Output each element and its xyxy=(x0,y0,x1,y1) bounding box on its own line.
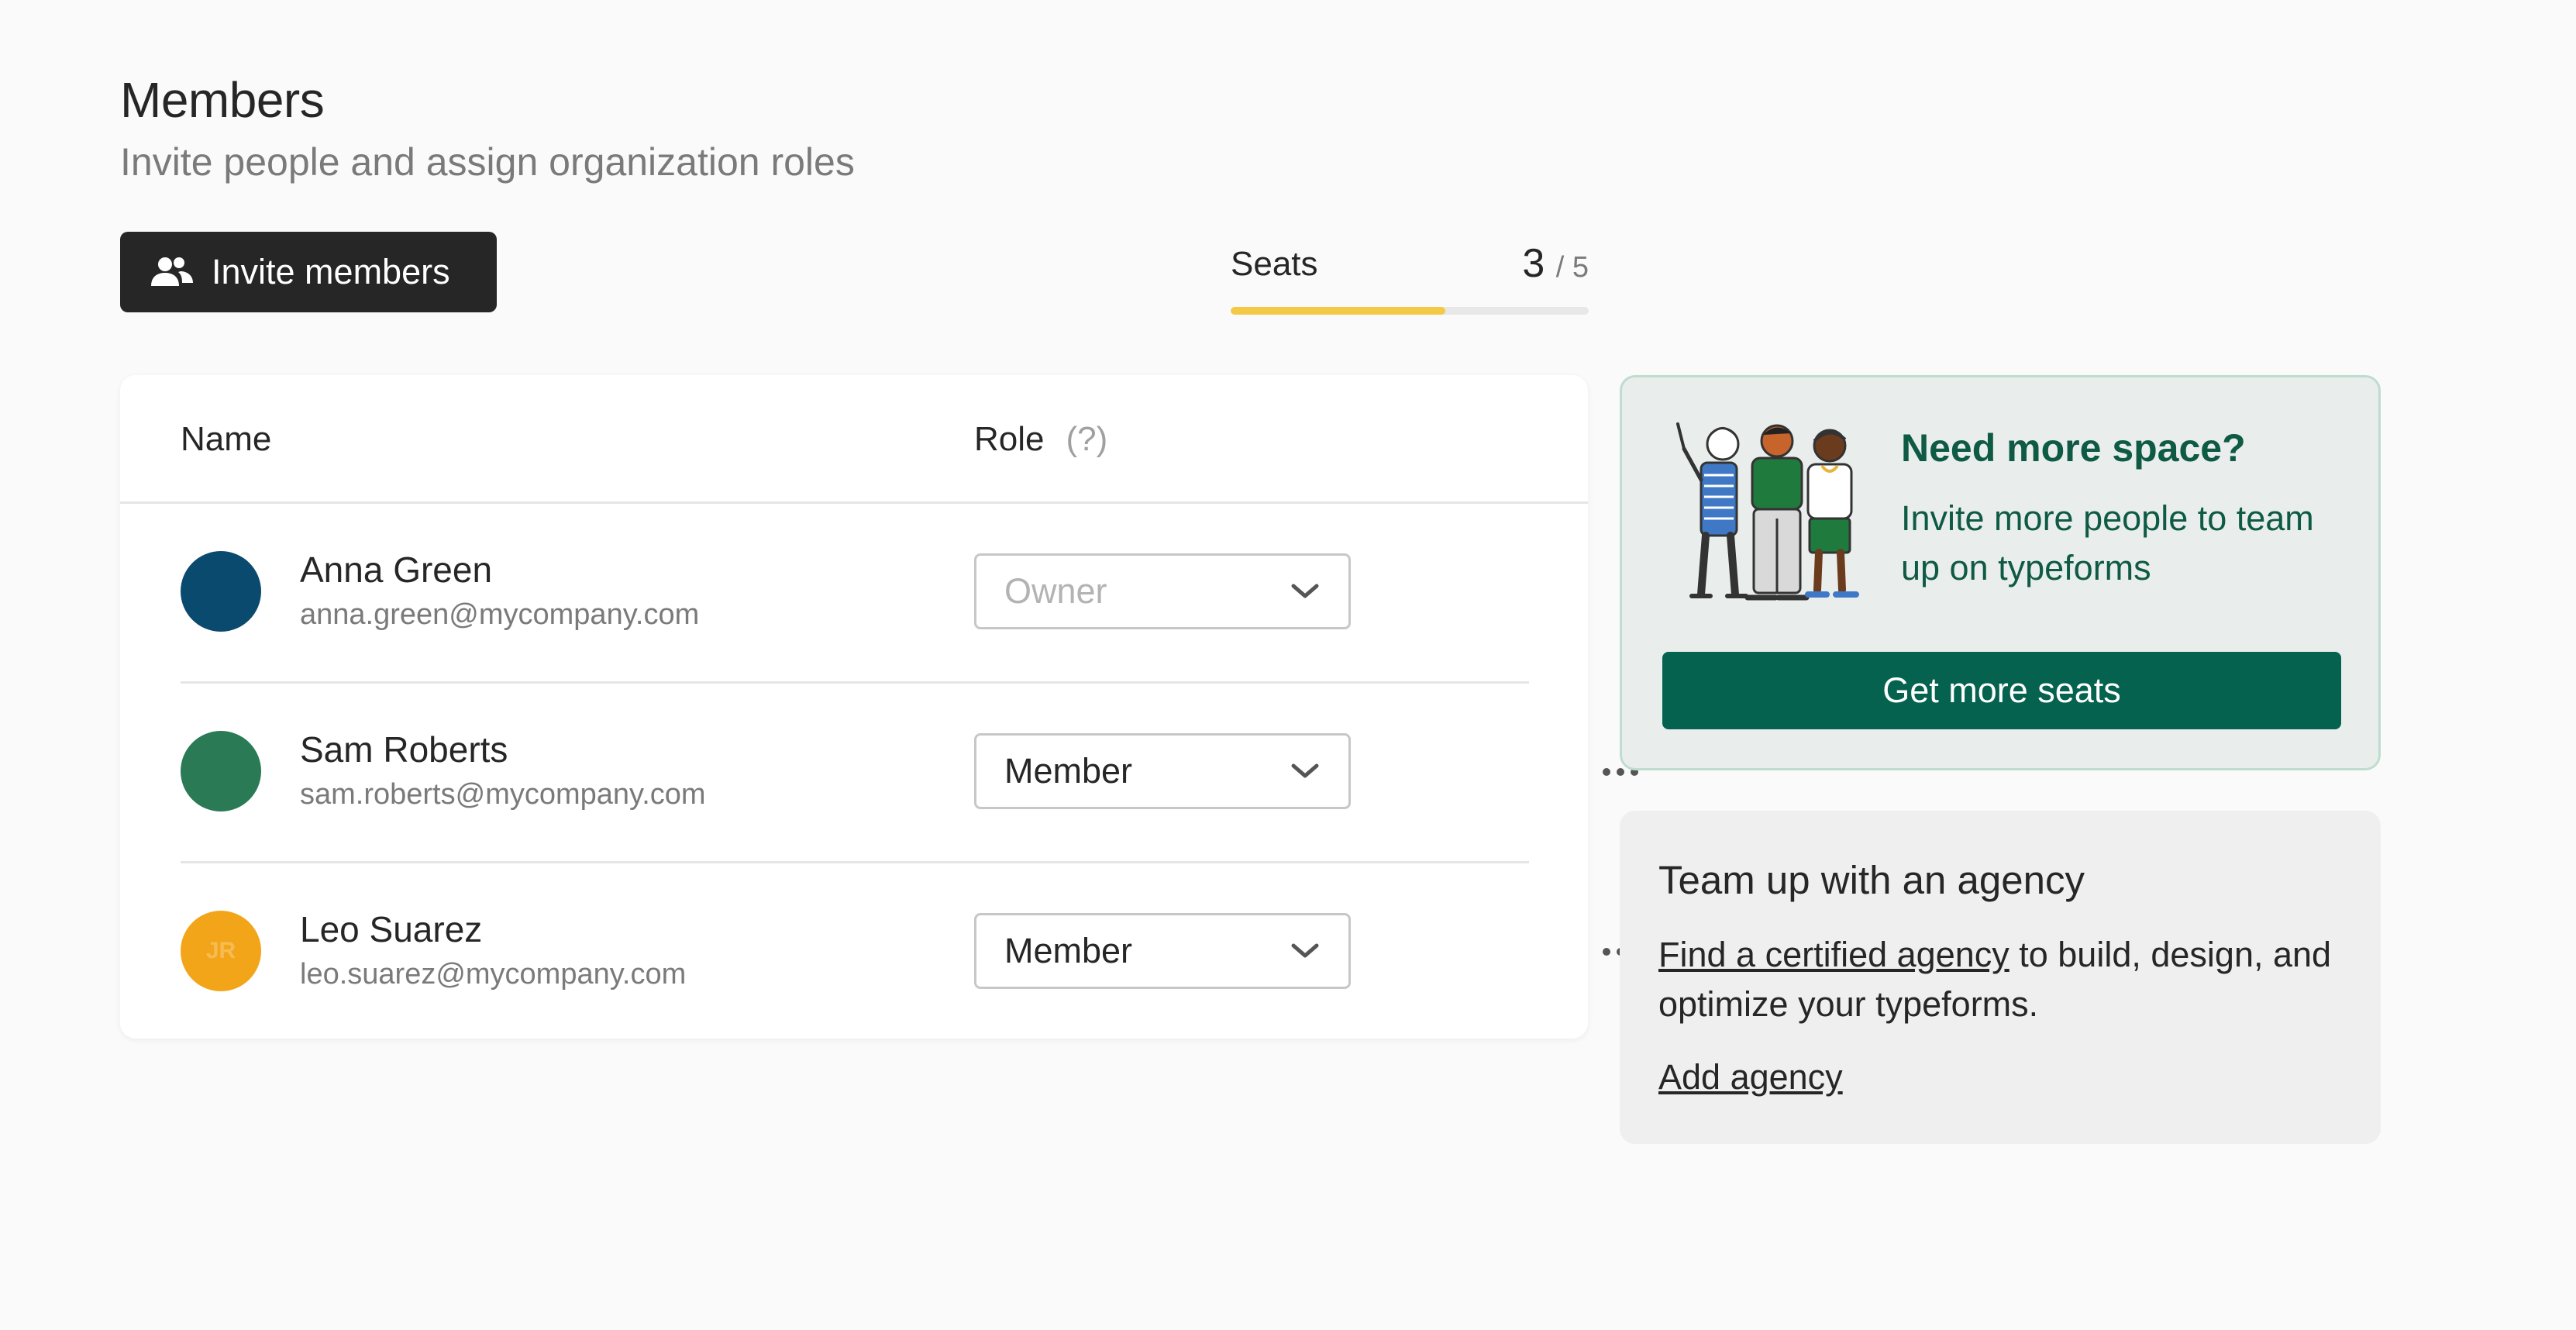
page-title: Members xyxy=(120,72,325,128)
role-select[interactable]: Member xyxy=(974,913,1351,989)
seats-usage: Seats 3 / 5 xyxy=(1231,237,1589,315)
seats-progress-fill xyxy=(1231,307,1446,315)
user-plus-icon xyxy=(150,253,196,291)
find-agency-link[interactable]: Find a certified agency xyxy=(1658,935,2009,974)
table-row: Anna Green anna.green@mycompany.com Owne… xyxy=(181,504,1529,684)
seats-count: 3 / 5 xyxy=(1522,240,1589,287)
page-subtitle: Invite people and assign organization ro… xyxy=(120,140,855,184)
invite-members-button[interactable]: Invite members xyxy=(120,232,497,312)
member-email: leo.suarez@mycompany.com xyxy=(300,958,687,991)
member-name: Sam Roberts xyxy=(300,729,508,770)
get-more-seats-button[interactable]: Get more seats xyxy=(1662,652,2341,729)
role-select-value: Member xyxy=(1004,751,1133,791)
seats-total: / 5 xyxy=(1555,251,1589,284)
need-more-space-card: Need more space? Invite more people to t… xyxy=(1620,375,2381,770)
promo-title: Need more space? xyxy=(1901,426,2246,470)
team-illustration xyxy=(1661,418,1870,607)
member-name: Anna Green xyxy=(300,550,493,590)
agency-body: Find a certified agency to build, design… xyxy=(1658,930,2356,1029)
role-select: Owner xyxy=(974,553,1351,629)
chevron-down-icon xyxy=(1290,942,1321,960)
column-header-role: Role (?) xyxy=(974,420,1107,459)
member-email: sam.roberts@mycompany.com xyxy=(300,778,706,811)
table-row: Sam Roberts sam.roberts@mycompany.com Me… xyxy=(181,684,1638,863)
seats-progress-track xyxy=(1231,307,1589,315)
member-name: Leo Suarez xyxy=(300,909,483,949)
chevron-down-icon xyxy=(1290,762,1321,780)
seats-used: 3 xyxy=(1522,241,1545,286)
role-help-link[interactable]: (?) xyxy=(1066,420,1108,459)
avatar: JR xyxy=(181,911,261,991)
add-agency-link[interactable]: Add agency xyxy=(1658,1057,1843,1097)
member-email: anna.green@mycompany.com xyxy=(300,598,700,631)
role-select[interactable]: Member xyxy=(974,733,1351,809)
table-header: Name Role (?) xyxy=(120,375,1588,504)
seats-label: Seats xyxy=(1231,245,1318,283)
avatar xyxy=(181,731,261,811)
avatar xyxy=(181,551,261,632)
table-row: JR Leo Suarez leo.suarez@mycompany.com M… xyxy=(181,863,1638,1043)
promo-body: Invite more people to team up on typefor… xyxy=(1901,498,2314,587)
column-header-role-label: Role xyxy=(974,420,1045,458)
members-table: Name Role (?) Anna Green anna.green@myco… xyxy=(120,375,1638,1039)
invite-members-label: Invite members xyxy=(212,252,450,291)
agency-card: Team up with an agency Find a certified … xyxy=(1620,811,2381,1144)
column-header-name: Name xyxy=(181,420,272,458)
role-select-value: Member xyxy=(1004,931,1133,970)
role-select-value: Owner xyxy=(1004,571,1107,611)
chevron-down-icon xyxy=(1290,582,1321,601)
agency-title: Team up with an agency xyxy=(1658,858,2085,902)
